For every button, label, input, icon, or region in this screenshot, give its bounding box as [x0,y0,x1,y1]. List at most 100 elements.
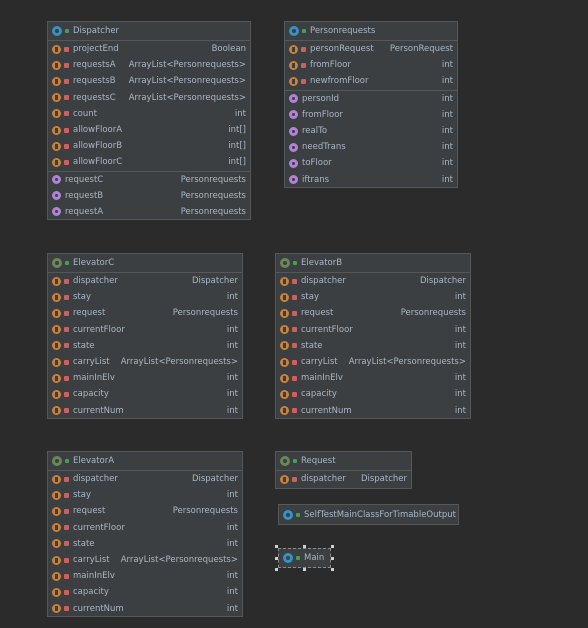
field-row[interactable]: stay int [48,289,242,305]
field-row[interactable]: personRequest PersonRequest [285,41,457,57]
method-row[interactable]: requestB Personrequests [48,188,250,204]
private-lock-icon [64,111,69,117]
field-icon [52,474,61,484]
private-lock-icon [64,476,69,482]
member-type: int[] [228,125,246,136]
class-request[interactable]: Request dispatcher Dispatcher [275,451,412,489]
method-row[interactable]: personId int [285,91,457,107]
member-type: int [441,142,453,153]
method-row[interactable]: requestA Personrequests [48,204,250,220]
class-dispatcher[interactable]: Dispatcher projectEnd Boolean requestsA Arr… [47,21,251,220]
field-row[interactable]: count int [48,106,250,122]
class-icon [283,553,293,563]
field-icon [52,357,61,367]
member-name: currentNum [73,405,124,416]
private-lock-icon [64,541,69,547]
member-name: mainInElv [73,373,115,384]
class-selftest[interactable]: SelfTestMainClassForTimableOutput [278,504,459,525]
field-icon [52,555,61,565]
field-row[interactable]: fromFloor int [285,57,457,73]
member-name: fromFloor [310,60,351,71]
field-row[interactable]: dispatcher Dispatcher [48,471,242,487]
selection-handle[interactable] [303,545,306,548]
field-row[interactable]: dispatcher Dispatcher [276,273,470,289]
member-name: requestsC [73,92,116,103]
field-row[interactable]: currentFloor int [48,322,242,338]
method-row[interactable]: iftrans int [285,172,457,188]
member-name: fromFloor [302,109,343,120]
field-row[interactable]: projectEnd Boolean [48,41,250,57]
field-row[interactable]: mainInElv int [48,568,242,584]
member-type: Dispatcher [191,474,238,485]
field-row[interactable]: capacity int [276,386,470,402]
selection-handle[interactable] [331,545,334,548]
selection-handle[interactable] [331,568,334,571]
field-row[interactable]: carryList ArrayList<Personrequests> [276,354,470,370]
field-row[interactable]: state int [48,338,242,354]
field-row[interactable]: currentNum int [276,403,470,419]
field-row[interactable]: currentNum int [48,403,242,419]
private-lock-icon [64,310,69,316]
private-lock-icon [64,525,69,531]
field-icon [52,406,61,416]
field-row[interactable]: stay int [48,487,242,503]
private-lock-icon [64,557,69,563]
member-type: int [226,522,238,533]
field-row[interactable]: mainInElv int [276,370,470,386]
field-row[interactable]: allowFloorA int[] [48,122,250,138]
class-elevatorB[interactable]: ElevatorB dispatcher Dispatcher stay int req… [275,253,471,419]
selection-handle[interactable] [275,557,278,560]
public-icon [65,459,69,463]
private-lock-icon [64,62,69,68]
method-row[interactable]: toFloor int [285,155,457,171]
class-header: ElevatorB [276,254,470,273]
public-icon [65,29,69,33]
field-row[interactable]: mainInElv int [48,370,242,386]
member-type: int [226,405,238,416]
selection-handle[interactable] [331,557,334,560]
field-row[interactable]: capacity int [48,386,242,402]
member-name: projectEnd [73,44,119,55]
member-name: requestB [65,190,104,201]
member-type: int [454,373,466,384]
member-name: stay [301,292,320,303]
field-row[interactable]: capacity int [48,584,242,600]
field-row[interactable]: requestsC ArrayList<Personrequests> [48,90,250,106]
field-row[interactable]: currentFloor int [48,520,242,536]
selection-handle[interactable] [303,568,306,571]
method-row[interactable]: needTrans int [285,139,457,155]
field-row[interactable]: request Personrequests [276,305,470,321]
member-name: currentFloor [73,522,125,533]
field-row[interactable]: dispatcher Dispatcher [48,273,242,289]
field-row[interactable]: request Personrequests [48,305,242,321]
class-personrequests[interactable]: Personrequests personRequest PersonReques… [284,21,458,188]
field-row[interactable]: newfromFloor int [285,73,457,89]
field-row[interactable]: currentFloor int [276,322,470,338]
method-row[interactable]: fromFloor int [285,107,457,123]
member-type: int [234,108,246,119]
field-row[interactable]: currentNum int [48,601,242,617]
field-row[interactable]: requestsB ArrayList<Personrequests> [48,73,250,89]
member-name: stay [73,292,92,303]
field-row[interactable]: state int [48,536,242,552]
private-lock-icon [64,95,69,101]
class-main[interactable]: Main [278,548,331,568]
selection-handle[interactable] [275,545,278,548]
field-row[interactable]: stay int [276,289,470,305]
field-row[interactable]: state int [276,338,470,354]
field-row[interactable]: carryList ArrayList<Personrequests> [48,354,242,370]
class-elevatorA[interactable]: ElevatorA dispatcher Dispatcher stay int req… [47,451,243,617]
field-row[interactable]: carryList ArrayList<Personrequests> [48,552,242,568]
selection-handle[interactable] [275,568,278,571]
field-row[interactable]: allowFloorB int[] [48,138,250,154]
class-icon [283,509,293,520]
class-elevatorC[interactable]: ElevatorC dispatcher Dispatcher stay int req… [47,253,243,419]
field-row[interactable]: requestsA ArrayList<Personrequests> [48,57,250,73]
method-row[interactable]: requestC Personrequests [48,172,250,188]
field-icon [280,406,289,416]
method-row[interactable]: realTo int [285,123,457,139]
field-row[interactable]: dispatcher Dispatcher [276,471,411,487]
field-row[interactable]: request Personrequests [48,503,242,519]
member-name: carryList [301,357,338,368]
field-row[interactable]: allowFloorC int[] [48,154,250,170]
